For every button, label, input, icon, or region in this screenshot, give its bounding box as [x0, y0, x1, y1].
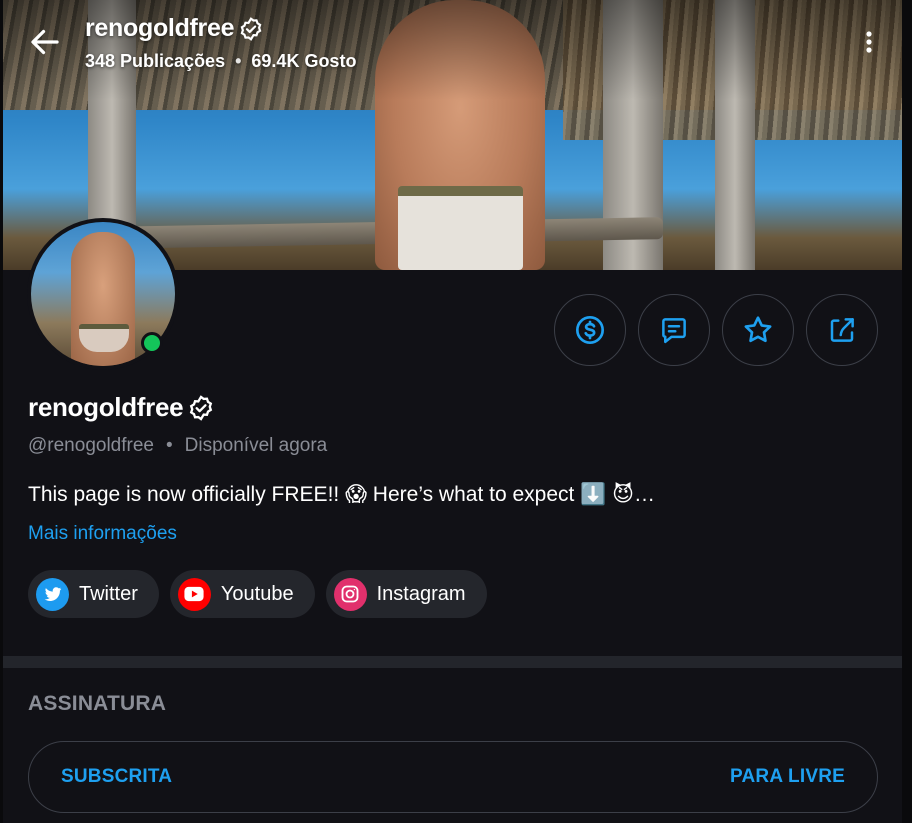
instagram-icon [333, 577, 367, 611]
subscription-section-title: ASSINATURA [28, 692, 167, 715]
header-stats: 348 Publicações • 69.4K Gosto [85, 51, 356, 72]
social-label: Instagram [376, 582, 466, 605]
share-button[interactable] [806, 294, 878, 366]
posts-count: 348 Publicações [85, 51, 226, 71]
stats-separator: • [235, 51, 242, 71]
more-info-link[interactable]: Mais informações [28, 523, 177, 545]
message-button[interactable] [638, 294, 710, 366]
subscription-price: PARA LIVRE [730, 766, 845, 787]
social-links: Twitter Youtube Instagram [28, 570, 487, 618]
section-divider [3, 656, 902, 668]
online-indicator [141, 332, 163, 354]
app-frame: renogoldfree 348 Publicações • 69.4K Gos… [0, 0, 912, 823]
social-link-twitter[interactable]: Twitter [28, 570, 159, 618]
social-label: Twitter [79, 582, 138, 605]
verified-badge-icon [190, 394, 213, 421]
social-link-youtube[interactable]: Youtube [169, 570, 315, 618]
back-button[interactable] [27, 24, 63, 60]
star-icon [744, 316, 772, 343]
display-name: renogoldfree [28, 392, 184, 422]
profile-panel: renogoldfree 348 Publicações • 69.4K Gos… [3, 0, 902, 823]
more-options-button[interactable] [857, 26, 881, 58]
availability-status: Disponível agora [184, 435, 328, 456]
social-link-instagram[interactable]: Instagram [325, 570, 487, 618]
profile-bio: This page is now officially FREE!! 😱 Her… [28, 483, 656, 506]
social-label: Youtube [220, 582, 294, 605]
likes-count: 69.4K Gosto [251, 51, 357, 71]
favorite-button[interactable] [722, 294, 794, 366]
tip-button[interactable] [554, 294, 626, 366]
message-icon [662, 318, 686, 344]
header-title: renogoldfree [85, 14, 264, 43]
share-icon [830, 318, 854, 342]
subscribed-button[interactable]: SUBSCRITA PARA LIVRE [28, 741, 878, 813]
verified-badge-icon [240, 16, 262, 41]
profile-actions [554, 294, 878, 366]
subscription-status: SUBSCRITA [61, 766, 173, 787]
profile-name: renogoldfree [28, 392, 215, 423]
meta-separator: • [165, 435, 173, 456]
arrow-left-icon [31, 29, 59, 55]
twitter-icon [36, 577, 69, 611]
profile-handle: @renogoldfree [28, 435, 154, 456]
header-username: renogoldfree [85, 14, 235, 42]
more-vertical-icon [866, 31, 872, 53]
dollar-circle-icon [576, 316, 604, 344]
youtube-icon [177, 577, 211, 611]
profile-meta: @renogoldfree • Disponível agora [28, 435, 327, 457]
